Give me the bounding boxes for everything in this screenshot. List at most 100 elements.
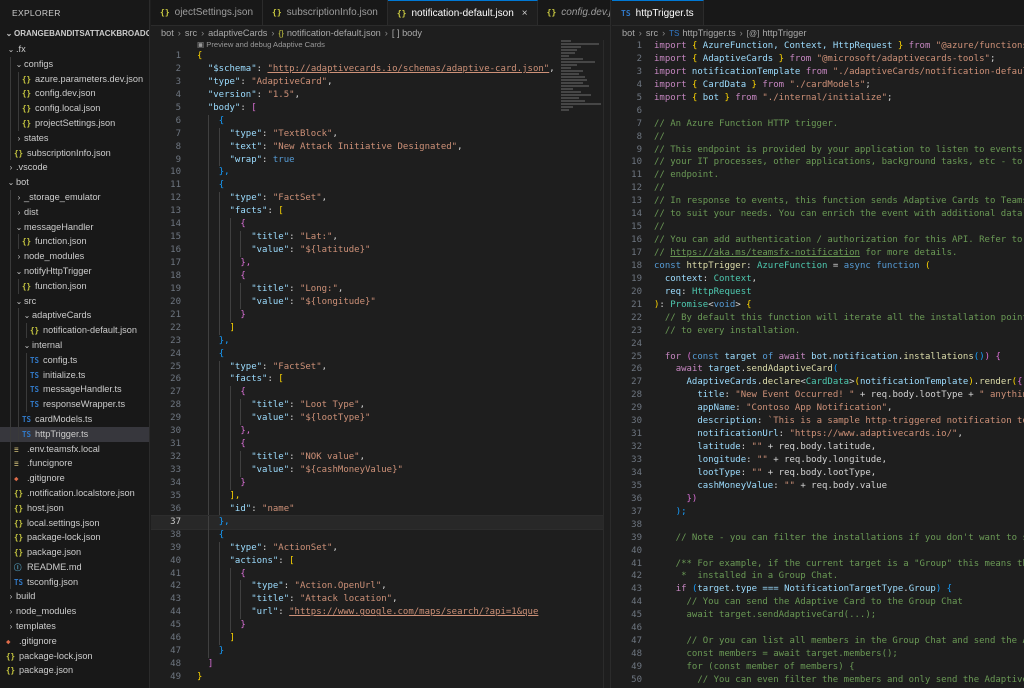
tree-file[interactable]: {} package-lock.json [0,530,149,546]
code-line[interactable]: 46 ] [151,632,610,646]
tree-folder[interactable]: ⌄ bot [0,175,149,190]
code-line[interactable]: 21): Promise<void> { [612,299,1024,312]
code-line[interactable]: 24 [612,338,1024,351]
code-line[interactable]: 27 AdaptiveCards.declare<CardData>(notif… [612,376,1024,389]
code-line[interactable]: 14 { [151,218,610,232]
code-line[interactable]: 40 "actions": [ [151,554,610,568]
tree-folder[interactable]: › node_modules [0,604,149,619]
code-line[interactable]: 37 ); [612,506,1024,519]
code-line[interactable]: 33 "value": "${cashMoneyValue}" [151,464,610,477]
breadcrumb-item[interactable]: src [646,28,658,38]
code-line[interactable]: 3 import notificationTemplate from "./ada… [612,66,1024,79]
breadcrumb-item[interactable]: [@] httpTrigger [747,28,807,38]
code-line[interactable]: 45 } [151,619,610,633]
tree-file[interactable]: TS responseWrapper.ts [0,397,149,412]
breadcrumb-item[interactable]: bot [622,28,635,38]
breadcrumb-item[interactable]: adaptiveCards [208,28,267,38]
tree-file[interactable]: ◆ .gitignore [0,471,149,486]
code-line[interactable]: 43 "title": "Attack location", [151,593,610,607]
tree-file[interactable]: {} config.local.json [0,101,149,116]
editor-tab[interactable]: {} config.dev.json [538,0,610,25]
tree-file[interactable]: TS config.ts [0,352,149,368]
breadcrumb-item[interactable]: TS httpTrigger.ts [669,28,736,38]
code-line[interactable]: 11 { [151,179,610,193]
tree-file[interactable]: TS messageHandler.ts [0,382,149,398]
code-line[interactable]: 5 import { bot } from "./internal/initial… [612,92,1024,105]
tree-file[interactable]: {} package.json [0,545,149,560]
code-line[interactable]: 8 "text": "New Attack Initiative Designa… [151,140,610,154]
code-line[interactable]: 41 { [151,567,610,581]
code-line[interactable]: 25 for (const target of await bot.notifi… [612,351,1024,364]
tree-file[interactable]: {} function.json [0,278,149,294]
left-code-editor[interactable]: 1{2 "$schema": "http://adaptivecards.io/… [151,50,610,684]
tree-file[interactable]: TS httpTrigger.ts [0,426,149,442]
code-line[interactable]: 15 // [612,221,1024,234]
tree-folder[interactable]: ⌄ .fx [0,42,149,57]
code-line[interactable]: 1 import { AzureFunction, Context, HttpRe… [612,40,1024,53]
tree-file[interactable]: {} config.dev.json [0,86,149,102]
code-line[interactable]: 3 "type": "AdaptiveCard", [151,76,610,89]
tree-folder[interactable]: ⌄ internal [0,337,149,353]
code-line[interactable]: 10 }, [151,166,610,180]
tree-file[interactable]: TS initialize.ts [0,367,149,383]
code-line[interactable]: 31 { [151,438,610,452]
code-line[interactable]: 1{ [151,50,610,63]
code-line[interactable]: 7 "type": "TextBlock", [151,127,610,141]
code-line[interactable]: 20 "value": "${longitude}" [151,295,610,309]
tree-folder[interactable]: ⌄ messageHandler [0,219,149,235]
code-line[interactable]: 29 appName: "Contoso App Notification", [612,402,1024,415]
code-line[interactable]: 36 "id": "name" [151,502,610,516]
left-vertical-scrollbar[interactable] [603,40,610,688]
editor-tab[interactable]: {} ojectSettings.json [151,0,264,25]
code-line[interactable]: 7 // An Azure Function HTTP trigger. [612,118,1024,131]
code-line[interactable]: 4 import { CardData } from "./cardModels"… [612,79,1024,92]
code-line[interactable]: 22 // By default this function will iter… [612,312,1024,325]
code-line[interactable]: 38 { [151,528,610,542]
tree-file[interactable]: ≡ .funcignore [0,456,149,472]
code-line[interactable]: 19 context: Context, [612,273,1024,286]
codelens-preview-link[interactable]: ▣ Preview and debug Adaptive Cards [151,40,610,50]
tree-file[interactable]: {} function.json [0,234,149,250]
tree-folder[interactable]: ⌄ adaptiveCards [0,308,149,324]
tree-folder[interactable]: › .vscode [0,160,149,175]
editor-tab[interactable]: TS httpTrigger.ts [612,0,704,25]
code-line[interactable]: 35 ], [151,489,610,503]
code-line[interactable]: 28 title: "New Event Occurred! " + req.b… [612,389,1024,402]
code-line[interactable]: 44 // You can send the Adaptive Card to … [612,596,1024,609]
code-line[interactable]: 32 latitude: "" + req.body.latitude, [612,441,1024,454]
code-line[interactable]: 47 // Or you can list all members in the… [612,635,1024,648]
code-line[interactable]: 12 "type": "FactSet", [151,192,610,206]
tree-file[interactable]: {} package.json [0,663,149,678]
tree-file[interactable]: TS cardModels.ts [0,411,149,427]
code-line[interactable]: 19 "title": "Long:", [151,282,610,296]
tree-file[interactable]: {} package-lock.json [0,649,149,664]
code-line[interactable]: 23 }, [151,334,610,348]
code-line[interactable]: 8 // [612,131,1024,144]
workspace-root-folder[interactable]: ⌄ORANGEBANDITSATTACKBROADCAST [0,26,149,42]
code-line[interactable]: 35 cashMoneyValue: "" + req.body.value [612,480,1024,493]
code-line[interactable]: 49 for (const member of members) { [612,661,1024,674]
code-line[interactable]: 46 [612,622,1024,635]
code-line[interactable]: 29 "value": "${lootType}" [151,412,610,426]
tree-file[interactable]: ⓘ README.md [0,559,149,575]
code-line[interactable]: 18 { [151,269,610,283]
code-line[interactable]: 45 await target.sendAdaptiveCard(...); [612,609,1024,622]
code-line[interactable]: 41 /** For example, if the current targe… [612,558,1024,571]
code-line[interactable]: 2 import { AdaptiveCards } from "@microso… [612,53,1024,66]
code-line[interactable]: 30 description: `This is a sample http-t… [612,415,1024,428]
tree-folder[interactable]: › templates [0,619,149,634]
editor-tab[interactable]: {} notification-default.json × [387,0,538,25]
code-line[interactable]: 4 "version": "1.5", [151,89,610,102]
tree-file[interactable]: {} .notification.localstore.json [0,485,149,501]
code-line[interactable]: 13 // In response to events, this functio… [612,195,1024,208]
code-line[interactable]: 21 } [151,308,610,322]
code-line[interactable]: 39 "type": "ActionSet", [151,541,610,555]
code-line[interactable]: 34 lootType: "" + req.body.lootType, [612,467,1024,480]
tree-file[interactable]: ◆ .gitignore [0,634,149,649]
tree-folder[interactable]: › build [0,589,149,604]
tree-folder[interactable]: › _storage_emulator [0,189,149,205]
tree-folder[interactable]: › states [0,130,149,146]
code-line[interactable]: 27 { [151,386,610,400]
code-line[interactable]: 39 // Note - you can filter the installa… [612,532,1024,545]
code-line[interactable]: 17 // https://aka.ms/teamsfx-notification… [612,247,1024,260]
